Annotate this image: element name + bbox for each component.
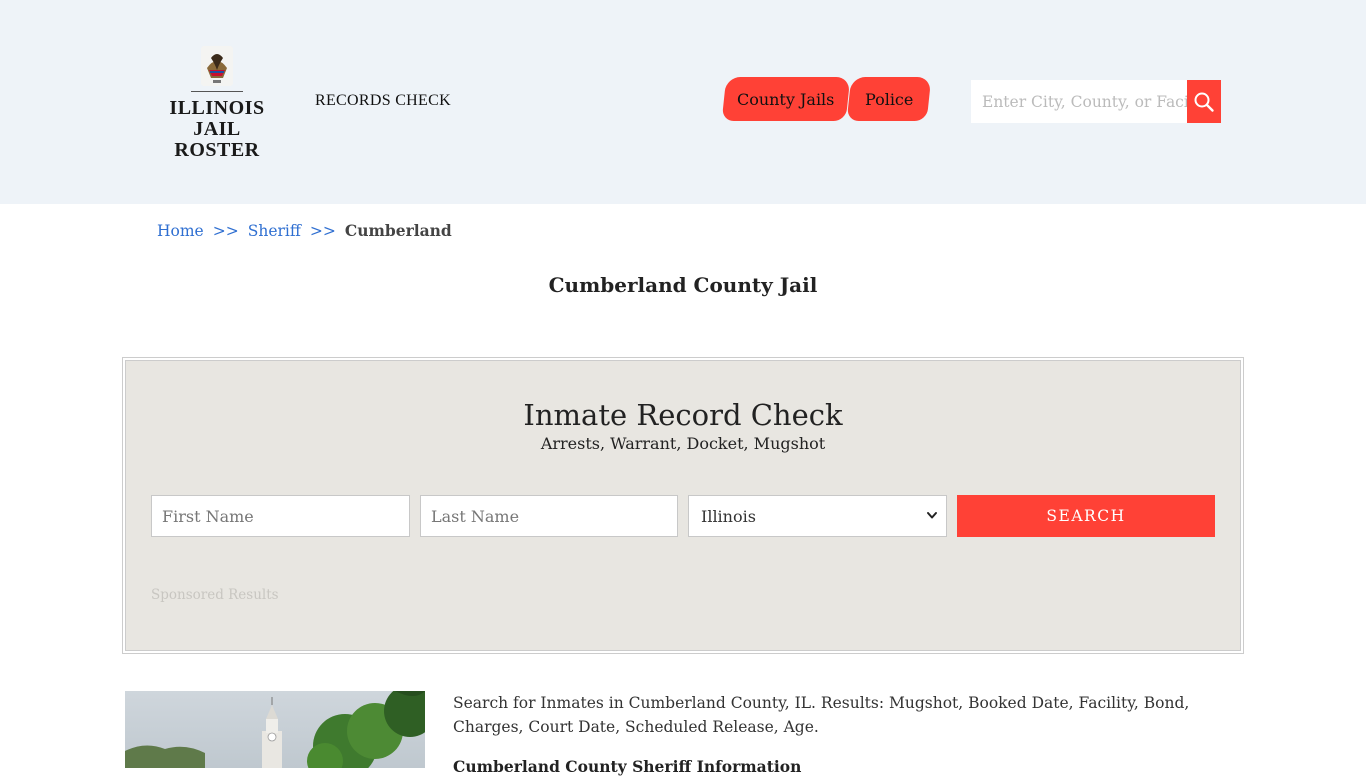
breadcrumb: Home >> Sheriff >> Cumberland: [157, 221, 452, 240]
record-search-button[interactable]: SEARCH: [957, 495, 1215, 537]
breadcrumb-home[interactable]: Home: [157, 222, 204, 240]
state-select[interactable]: Illinois: [688, 495, 947, 537]
header-search-button[interactable]: [1187, 80, 1221, 123]
breadcrumb-separator: >>: [309, 222, 336, 240]
courthouse-photo: [125, 691, 425, 768]
logo-divider: [191, 91, 243, 92]
search-icon: [1194, 92, 1214, 112]
logo-line-1: ILLINOIS: [169, 97, 265, 119]
illinois-state-seal-icon: [201, 46, 233, 86]
page-title: Cumberland County Jail: [548, 273, 818, 297]
sheriff-info-heading: Cumberland County Sheriff Information: [453, 757, 802, 776]
record-check-subtitle: Arrests, Warrant, Docket, Mugshot: [540, 434, 826, 453]
nav-police[interactable]: Police: [846, 77, 932, 121]
last-name-input[interactable]: [420, 495, 678, 537]
intro-text: Search for Inmates in Cumberland County,…: [453, 694, 1190, 736]
records-check-link[interactable]: RECORDS CHECK: [315, 92, 451, 110]
nav-police-label: Police: [864, 89, 914, 109]
header-search: [971, 80, 1221, 123]
inmate-record-check-panel: Inmate Record Check Arrests, Warrant, Do…: [122, 357, 1244, 654]
site-header: ILLINOIS JAIL ROSTER RECORDS CHECK Count…: [0, 0, 1366, 204]
nav-county-jails[interactable]: County Jails: [721, 77, 851, 121]
breadcrumb-separator: >>: [212, 222, 239, 240]
nav-county-jails-label: County Jails: [737, 89, 835, 109]
logo-line-2: JAIL ROSTER: [174, 118, 260, 161]
state-select-wrapper: Illinois: [688, 495, 947, 537]
first-name-input[interactable]: [151, 495, 410, 537]
logo-wordmark: ILLINOIS JAIL ROSTER: [150, 98, 284, 161]
breadcrumb-sheriff[interactable]: Sheriff: [248, 222, 301, 240]
record-check-inner: Inmate Record Check Arrests, Warrant, Do…: [125, 360, 1241, 651]
courthouse-image: [125, 691, 425, 768]
record-check-title: Inmate Record Check: [523, 398, 843, 432]
breadcrumb-current: Cumberland: [344, 221, 452, 240]
header-search-input[interactable]: [971, 80, 1187, 123]
site-logo[interactable]: ILLINOIS JAIL ROSTER: [150, 44, 284, 164]
sponsored-results-label: Sponsored Results: [151, 587, 279, 603]
